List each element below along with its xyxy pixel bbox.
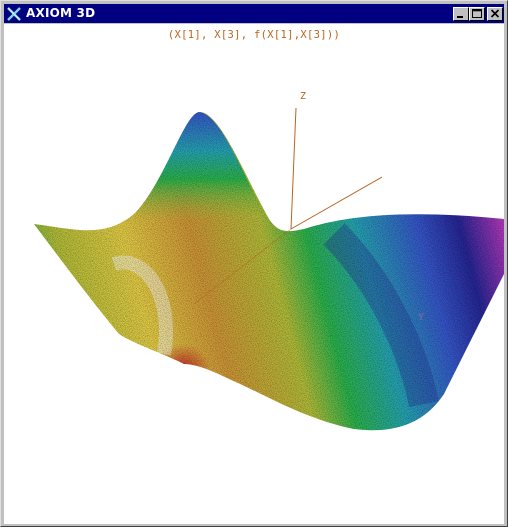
title-bar[interactable]: AXIOM 3D xyxy=(4,4,504,23)
axiom-app-icon xyxy=(7,7,21,21)
minimize-icon xyxy=(457,16,463,18)
minimize-button[interactable] xyxy=(453,7,469,21)
surface-plot[interactable] xyxy=(4,24,504,524)
z-axis-line xyxy=(290,107,297,230)
close-button[interactable] xyxy=(487,7,503,21)
maximize-button[interactable] xyxy=(469,7,485,21)
window-title: AXIOM 3D xyxy=(26,6,96,20)
y-axis-label: Y xyxy=(418,312,425,323)
maximize-icon xyxy=(472,9,482,18)
close-icon xyxy=(490,9,500,18)
axiom-3d-window: AXIOM 3D (X[1], X[3], f(X[1],X[3])) Z Y xyxy=(0,0,508,527)
render-viewport[interactable]: (X[1], X[3], f(X[1],X[3])) Z Y xyxy=(4,24,504,524)
surface-mesh xyxy=(34,111,504,431)
z-axis-label: Z xyxy=(300,91,307,102)
